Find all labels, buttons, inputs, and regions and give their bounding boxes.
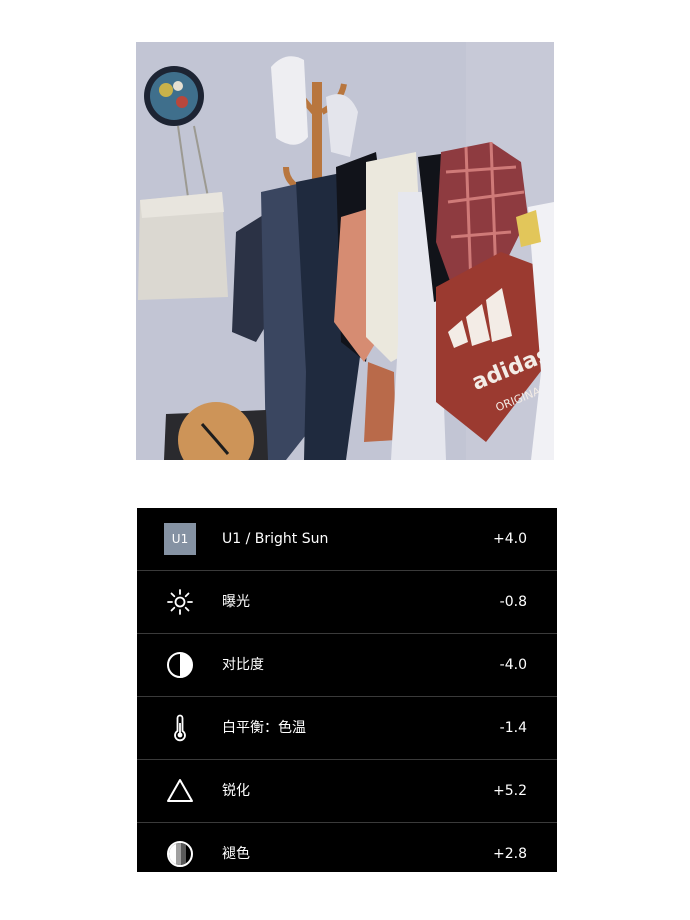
adjustment-value: +2.8 bbox=[493, 846, 527, 862]
sharpen-icon bbox=[163, 774, 197, 808]
adjustment-row-sharpen[interactable]: 锐化 +5.2 bbox=[137, 760, 557, 823]
adjustment-value: +4.0 bbox=[493, 531, 527, 547]
adjustment-value: -4.0 bbox=[499, 657, 527, 673]
adjustment-row-fade[interactable]: 褪色 +2.8 bbox=[137, 823, 557, 885]
adjustment-row-exposure[interactable]: 曝光 -0.8 bbox=[137, 571, 557, 634]
adjustment-value: -0.8 bbox=[499, 594, 527, 610]
adjustment-label: U1 / Bright Sun bbox=[222, 531, 329, 547]
adjustment-row-white-balance[interactable]: 白平衡：色温 -1.4 bbox=[137, 697, 557, 760]
adjustment-value: +5.2 bbox=[493, 783, 527, 799]
preset-badge: U1 bbox=[164, 523, 196, 555]
exposure-icon bbox=[163, 585, 197, 619]
adjustments-panel: U1 U1 / Bright Sun +4.0 曝光 -0.8 对比度 -4.0… bbox=[137, 508, 557, 872]
photo-preview: adidas ORIGINALS bbox=[136, 42, 554, 460]
adjustment-label: 对比度 bbox=[222, 657, 264, 673]
adjustment-value: -1.4 bbox=[499, 720, 527, 736]
adjustment-label: 锐化 bbox=[222, 783, 250, 799]
adjustment-label: 曝光 bbox=[222, 594, 250, 610]
fade-icon bbox=[163, 837, 197, 871]
adjustment-label: 白平衡：色温 bbox=[222, 720, 306, 736]
adjustment-row-preset[interactable]: U1 U1 / Bright Sun +4.0 bbox=[137, 508, 557, 571]
preset-badge-icon: U1 bbox=[163, 522, 197, 556]
photo-scene: adidas ORIGINALS bbox=[136, 42, 554, 460]
thermometer-icon bbox=[163, 711, 197, 745]
adjustment-row-contrast[interactable]: 对比度 -4.0 bbox=[137, 634, 557, 697]
contrast-icon bbox=[163, 648, 197, 682]
round-bag bbox=[144, 66, 204, 126]
adjustment-label: 褪色 bbox=[222, 846, 250, 862]
